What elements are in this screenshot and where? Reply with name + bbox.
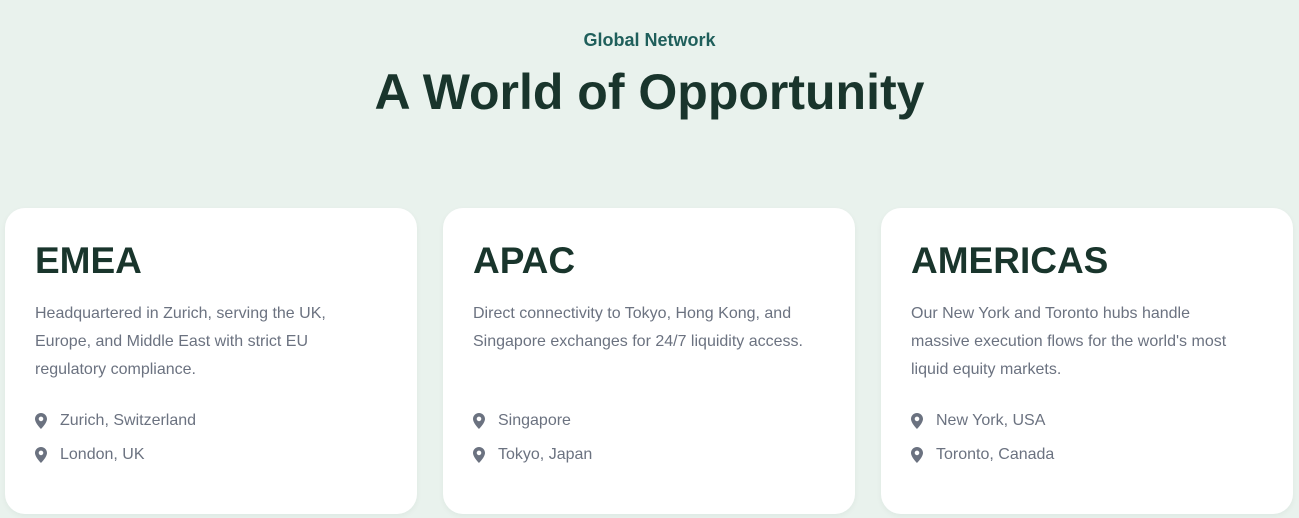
section-title: A World of Opportunity [374, 64, 925, 120]
region-card-apac: APAC Direct connectivity to Tokyo, Hong … [443, 208, 855, 514]
map-pin-icon [911, 413, 923, 429]
region-card-emea: EMEA Headquartered in Zurich, serving th… [5, 208, 417, 514]
location-label: New York, USA [936, 412, 1046, 429]
section-eyebrow: Global Network [583, 30, 716, 50]
region-description: Direct connectivity to Tokyo, Hong Kong,… [473, 305, 803, 350]
map-pin-icon [35, 447, 47, 463]
location-label: Tokyo, Japan [498, 446, 593, 463]
region-title: APAC [473, 240, 576, 281]
location-label: Toronto, Canada [936, 446, 1055, 463]
map-pin-icon [473, 413, 485, 429]
region-card-americas: AMERICAS Our New York and Toronto hubs h… [881, 208, 1293, 514]
map-pin-icon [473, 447, 485, 463]
region-title: EMEA [35, 240, 142, 281]
map-pin-icon [911, 447, 923, 463]
location-label: London, UK [60, 446, 145, 463]
location-item: Toronto, Canada [911, 444, 1054, 466]
region-description: Our New York and Toronto hubs handle mas… [911, 305, 1227, 378]
location-item: New York, USA [911, 410, 1045, 432]
region-cards: EMEA Headquartered in Zurich, serving th… [5, 208, 1294, 514]
location-item: London, UK [35, 444, 145, 466]
region-title: AMERICAS [911, 240, 1109, 281]
location-item: Singapore [473, 410, 571, 432]
map-pin-icon [35, 413, 47, 429]
location-label: Singapore [498, 412, 571, 429]
location-label: Zurich, Switzerland [60, 412, 197, 429]
region-description: Headquartered in Zurich, serving the UK,… [35, 305, 326, 378]
location-item: Tokyo, Japan [473, 444, 592, 466]
location-item: Zurich, Switzerland [35, 410, 196, 432]
